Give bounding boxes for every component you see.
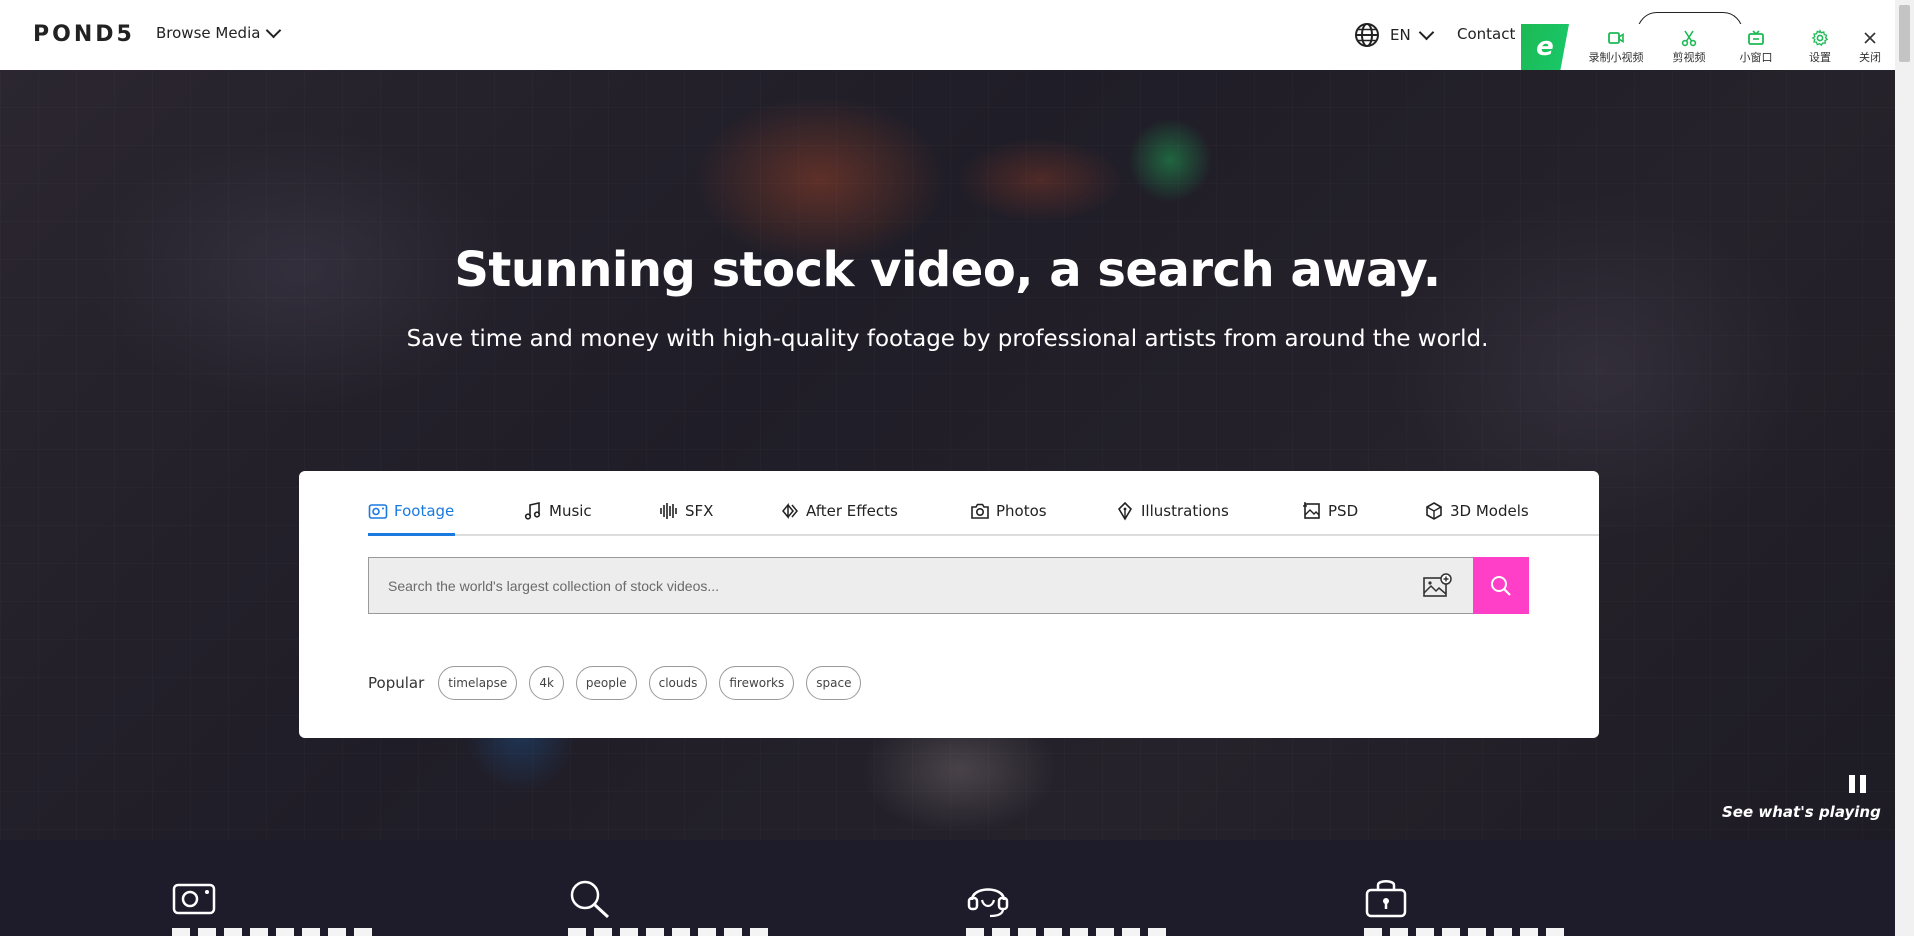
extension-logo: e <box>1521 24 1569 70</box>
popular-searches: Popular timelapse 4k people clouds firew… <box>368 666 862 700</box>
scissors-icon <box>1681 30 1697 47</box>
feature-heading-cropped <box>568 928 788 936</box>
tab-footage-label: Footage <box>394 502 455 520</box>
search-field-wrapper <box>368 557 1474 614</box>
browse-media-menu[interactable]: Browse Media <box>156 22 282 42</box>
pause-bar-icon <box>1849 775 1855 793</box>
edit-video-label: 剪视频 <box>1672 51 1706 64</box>
chevron-down-icon <box>1418 24 1434 40</box>
search-button[interactable] <box>1473 557 1529 614</box>
pause-bar-icon <box>1860 775 1866 793</box>
video-extension-toolbar: e 录制小视频 剪视频 小窗口 设置 关闭 <box>1521 24 1895 70</box>
tab-after-effects-label: After Effects <box>806 502 898 520</box>
tab-sfx[interactable]: SFX <box>659 501 713 521</box>
search-input[interactable] <box>369 577 1369 594</box>
tv-icon <box>1748 30 1764 45</box>
language-selector[interactable]: EN <box>1354 22 1434 48</box>
video-camera-icon <box>368 504 388 519</box>
popular-tag-clouds[interactable]: clouds <box>648 666 708 700</box>
search-icon <box>1491 575 1511 596</box>
tab-sfx-label: SFX <box>685 502 714 520</box>
search-icon <box>570 880 610 918</box>
after-effects-icon <box>782 502 798 520</box>
pause-video-button[interactable] <box>1849 775 1869 795</box>
tab-music-label: Music <box>549 502 592 520</box>
record-video-label: 录制小视频 <box>1588 51 1644 64</box>
close-label: 关闭 <box>1859 51 1881 64</box>
settings-button[interactable]: 设置 <box>1793 29 1847 65</box>
record-video-icon <box>1608 32 1624 44</box>
tab-psd[interactable]: PSD <box>1302 501 1358 521</box>
popular-tag-people[interactable]: people <box>575 666 637 700</box>
hero-title: Stunning stock video, a search away. <box>454 242 1441 298</box>
music-note-icon <box>524 502 541 520</box>
contact-link[interactable]: Contact <box>1457 25 1515 43</box>
popular-tag-space[interactable]: space <box>806 666 862 700</box>
globe-icon <box>1355 23 1379 47</box>
psd-image-icon <box>1303 502 1320 519</box>
headset-support-icon <box>967 888 1009 918</box>
tab-music[interactable]: Music <box>523 501 592 521</box>
close-toolbar-button[interactable]: 关闭 <box>1847 29 1893 65</box>
popular-label: Popular <box>368 674 425 692</box>
browse-media-label: Browse Media <box>156 24 261 42</box>
features-band <box>0 840 1895 936</box>
tab-3d-models[interactable]: 3D Models <box>1424 501 1529 521</box>
edit-video-button[interactable]: 剪视频 <box>1658 29 1720 65</box>
pond5-logo[interactable]: POND5 <box>33 22 135 47</box>
feature-heading-cropped <box>172 928 392 936</box>
feature-heading-cropped <box>966 928 1186 936</box>
search-card: Footage Music SFX After Effects Photos I… <box>299 471 1599 738</box>
scrollbar-thumb[interactable] <box>1899 5 1910 62</box>
media-type-tabs: Footage Music SFX After Effects Photos I… <box>299 471 1599 536</box>
tab-photos[interactable]: Photos <box>970 501 1047 521</box>
popular-tag-4k[interactable]: 4k <box>529 666 564 700</box>
hero-video-background: Stunning stock video, a search away. Sav… <box>0 70 1895 840</box>
gear-icon <box>1811 29 1829 47</box>
tab-illustrations[interactable]: Illustrations <box>1115 501 1229 521</box>
hero-subtitle: Save time and money with high-quality fo… <box>406 326 1489 352</box>
popular-tag-fireworks[interactable]: fireworks <box>719 666 795 700</box>
language-label: EN <box>1390 26 1411 44</box>
tab-3d-models-label: 3D Models <box>1450 502 1529 520</box>
close-icon <box>1864 32 1876 44</box>
feature-heading-cropped <box>1364 928 1584 936</box>
tab-after-effects[interactable]: After Effects <box>780 501 898 521</box>
page-scrollbar[interactable] <box>1895 0 1914 936</box>
see-whats-playing-link[interactable]: See what's playing <box>1722 803 1881 821</box>
record-video-button[interactable]: 录制小视频 <box>1576 29 1656 65</box>
pen-nib-icon <box>1117 501 1133 521</box>
settings-label: 设置 <box>1809 51 1831 64</box>
mini-window-label: 小窗口 <box>1739 51 1773 64</box>
cube-icon <box>1426 502 1442 520</box>
image-search-icon[interactable] <box>1422 573 1452 599</box>
tabs-divider <box>368 534 1599 536</box>
mini-window-button[interactable]: 小窗口 <box>1725 29 1787 65</box>
tab-photos-label: Photos <box>996 502 1047 520</box>
active-tab-indicator <box>368 533 455 536</box>
tab-psd-label: PSD <box>1328 502 1359 520</box>
camera-icon <box>971 503 989 519</box>
lock-bag-icon <box>1365 880 1407 918</box>
tab-footage[interactable]: Footage <box>368 501 454 521</box>
tab-illustrations-label: Illustrations <box>1141 502 1229 520</box>
waveform-icon <box>660 503 677 519</box>
chevron-down-icon <box>266 22 282 38</box>
popular-tag-timelapse[interactable]: timelapse <box>438 666 518 700</box>
video-camera-icon <box>172 883 216 915</box>
